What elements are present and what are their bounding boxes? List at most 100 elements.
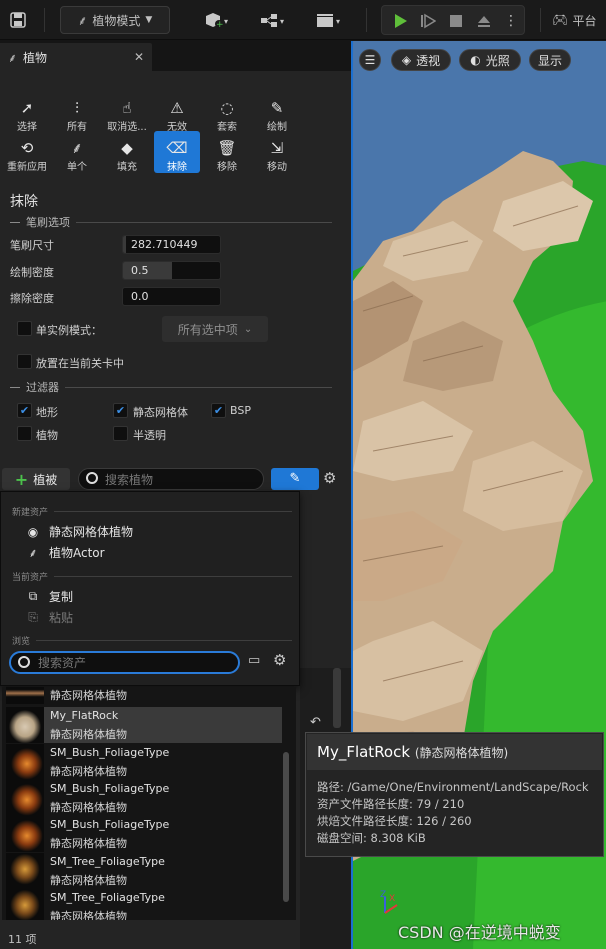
asset-name: SM_Bush_FoliageType — [50, 782, 170, 795]
folder-icon[interactable]: ▭ — [248, 653, 260, 668]
mode-selector-button[interactable]: ⸙ 植物模式 ▼ — [60, 6, 170, 34]
single-instance-dropdown[interactable]: 所有选中项 ⌄ — [162, 316, 268, 342]
brush-size-field[interactable]: 282.710449 — [122, 235, 221, 254]
menu-item-label: 粘贴 — [49, 611, 74, 625]
filter-landscape-checkbox[interactable]: ✔ — [17, 403, 32, 418]
add-foliage-button[interactable]: + 植被 — [2, 468, 70, 490]
filter-static-mesh-checkbox[interactable]: ✔ — [113, 403, 128, 418]
single-instance-label: 单实例模式： — [36, 324, 102, 337]
platforms-button[interactable]: 🎮︎ 平台 — [552, 6, 606, 34]
svg-text:X: X — [389, 894, 395, 904]
lighting-button[interactable]: ◐ 光照 — [459, 49, 521, 71]
tool-select[interactable]: ➚ 选择 — [4, 93, 50, 133]
perspective-button[interactable]: ◈ 透视 — [391, 49, 451, 71]
brush-size-value: 282.710449 — [131, 238, 198, 251]
tooltip-asset-name: My_FlatRock — [317, 743, 411, 761]
asset-thumbnail — [6, 707, 44, 743]
menu-item-foliage-actor[interactable]: ⸙ 植物Actor — [25, 544, 104, 561]
asset-list: 静态网格体植物 My_FlatRock 静态网格体植物 SM_Bush_Foli… — [2, 687, 296, 920]
tool-invalid[interactable]: ⚠ 无效 — [154, 93, 200, 133]
section-title: 抹除 — [10, 194, 38, 210]
list-item[interactable]: SM_Tree_FoliageType 静态网格体植物 — [6, 853, 282, 889]
foliage-icon: ⸙ — [28, 546, 38, 560]
tool-label: 绘制 — [267, 122, 287, 133]
cinematics-button[interactable]: ▾ — [310, 6, 350, 34]
list-item[interactable]: SM_Bush_FoliageType 静态网格体植物 — [6, 780, 282, 816]
list-item[interactable]: My_FlatRock 静态网格体植物 — [6, 707, 282, 743]
erase-density-field[interactable]: 0.0 — [122, 287, 221, 306]
paint-density-field[interactable]: 0.5 — [122, 261, 221, 280]
single-instance-checkbox[interactable] — [17, 321, 32, 336]
play-icon[interactable] — [388, 7, 412, 35]
single-icon: ⸙ — [71, 139, 83, 157]
foliage-search-input[interactable]: 搜索植物 — [78, 468, 264, 490]
svg-text:▾: ▾ — [224, 17, 228, 26]
close-icon[interactable]: ✕ — [134, 50, 144, 64]
scrollbar[interactable] — [333, 668, 341, 728]
tool-reapply[interactable]: ⟲ 重新应用 — [4, 133, 50, 173]
asset-type: 静态网格体植物 — [50, 874, 127, 887]
brush-options-header[interactable]: 笔刷选项 — [10, 215, 332, 229]
filter-label: 植物 — [36, 429, 58, 442]
eject-icon[interactable] — [472, 7, 496, 35]
erase-icon: ⌫ — [166, 139, 188, 157]
stop-icon[interactable] — [444, 7, 468, 35]
lighting-icon: ◐ — [470, 53, 481, 67]
show-button[interactable]: 显示 — [529, 49, 571, 71]
blueprint-button[interactable]: ▾ — [254, 6, 294, 34]
search-icon — [86, 472, 98, 484]
tab-foliage[interactable]: ⸙ 植物 ✕ — [0, 43, 152, 71]
toolbar-divider — [540, 8, 541, 32]
tooltip-asset-path-length: 资产文件路径长度: 79 / 210 — [317, 797, 465, 811]
brush-icon: ✎ — [270, 99, 284, 117]
asset-list-scrollbar[interactable] — [283, 752, 289, 902]
filter-bsp-checkbox[interactable]: ✔ — [211, 403, 226, 418]
paint-toggle-button[interactable]: ✎ — [271, 468, 319, 490]
undo-icon[interactable]: ↶ — [310, 715, 321, 730]
menu-item-label: 复制 — [49, 590, 74, 604]
svg-text:▾: ▾ — [280, 17, 284, 26]
tool-erase[interactable]: ⌫ 抹除 — [154, 131, 200, 173]
list-item[interactable]: SM_Bush_FoliageType 静态网格体植物 — [6, 816, 282, 852]
filter-translucent-checkbox[interactable] — [113, 426, 128, 441]
list-item[interactable]: 静态网格体植物 — [6, 687, 282, 704]
fill-icon: ◆ — [121, 139, 133, 157]
menu-item-copy[interactable]: ⧉ 复制 — [25, 588, 73, 605]
asset-thumbnail — [6, 816, 44, 852]
gear-icon[interactable]: ⚙ — [323, 469, 336, 487]
step-icon[interactable] — [416, 7, 440, 35]
tool-lasso[interactable]: ◌ 套索 — [204, 93, 250, 133]
save-icon[interactable] — [6, 6, 30, 34]
tool-select-all[interactable]: ⫶ 所有 — [54, 93, 100, 133]
filter-foliage-checkbox[interactable] — [17, 426, 32, 441]
menu-item-static-mesh-foliage[interactable]: ◉ 静态网格体植物 — [25, 523, 133, 540]
item-count: 11 项 — [8, 933, 37, 946]
svg-text:Z: Z — [380, 890, 386, 900]
tool-move[interactable]: ⇲ 移动 — [254, 133, 300, 173]
filters-header[interactable]: 过滤器 — [10, 380, 332, 394]
viewport-menu-button[interactable]: ☰ — [359, 49, 381, 71]
list-item[interactable]: SM_Tree_FoliageType 静态网格体植物 — [6, 889, 282, 920]
tool-remove[interactable]: 🗑︎ 移除 — [204, 133, 250, 173]
gear-icon[interactable]: ⚙ — [273, 651, 286, 669]
asset-search-input[interactable]: 搜索资产 — [9, 651, 240, 674]
hamburger-icon: ☰ — [364, 53, 376, 67]
tool-label: 套索 — [217, 122, 237, 133]
list-item[interactable]: SM_Bush_FoliageType 静态网格体植物 — [6, 744, 282, 780]
asset-tooltip: My_FlatRock (静态网格体植物) 路径: /Game/One/Envi… — [305, 732, 604, 857]
tool-deselect[interactable]: ☝ 取消选... — [104, 93, 150, 133]
move-icon: ⇲ — [270, 139, 284, 157]
menu-item-paste[interactable]: ⎘ 粘贴 — [25, 609, 73, 626]
panel-tab-strip: ⸙ 植物 ✕ — [0, 41, 351, 71]
tool-fill[interactable]: ◆ 填充 — [104, 133, 150, 173]
more-options-icon[interactable]: ⋮ — [502, 7, 520, 35]
tool-paint[interactable]: ✎ 绘制 — [254, 93, 300, 133]
menu-item-label: 静态网格体植物 — [49, 525, 134, 539]
add-actor-button[interactable]: + ▾ — [198, 6, 238, 34]
reapply-icon: ⟲ — [20, 139, 34, 157]
place-in-level-checkbox[interactable] — [17, 354, 32, 369]
filter-label: 静态网格体 — [133, 406, 188, 419]
tool-single[interactable]: ⸙ 单个 — [54, 133, 100, 173]
add-foliage-menu: 新建资产 ◉ 静态网格体植物 ⸙ 植物Actor 当前资产 ⧉ 复制 ⎘ 粘贴 … — [0, 491, 300, 686]
gamepad-icon: 🎮︎ — [552, 12, 569, 28]
